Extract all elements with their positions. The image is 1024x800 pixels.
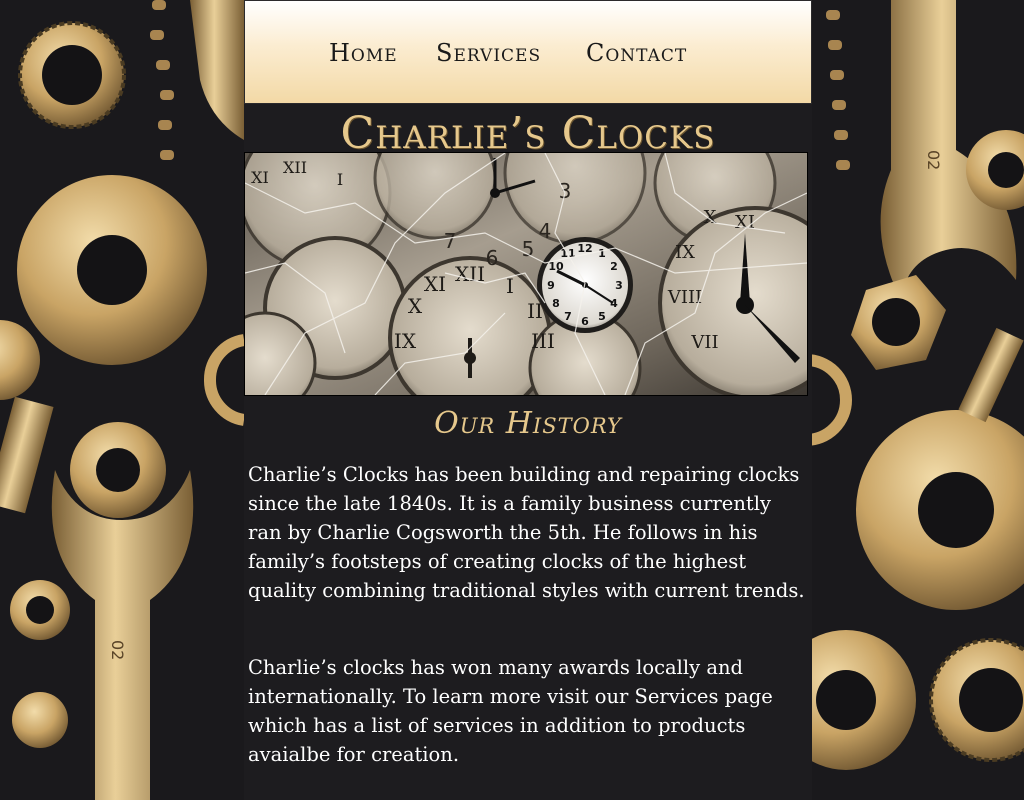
hero-numeral-4: 4 (610, 297, 618, 310)
nav-link-services[interactable]: Services (436, 39, 541, 67)
svg-text:5: 5 (522, 237, 535, 261)
nav-link-home[interactable]: Home (329, 39, 398, 67)
svg-text:X: X (704, 207, 717, 228)
svg-text:XI: XI (735, 212, 755, 233)
nav-link-contact[interactable]: Contact (586, 39, 687, 67)
hero-numeral-3: 3 (615, 279, 623, 292)
hero-numeral-6: 6 (581, 315, 589, 328)
svg-text:02: 02 (108, 640, 127, 660)
svg-text:VII: VII (690, 332, 718, 353)
svg-text:VIII: VIII (667, 287, 702, 308)
svg-text:7: 7 (444, 229, 457, 253)
svg-text:6: 6 (486, 246, 499, 270)
content-column: Home Services Contact Charlie’s Clocks X… (213, 0, 852, 800)
svg-text:02: 02 (924, 150, 943, 170)
svg-text:4: 4 (539, 219, 552, 243)
svg-text:XII: XII (283, 158, 307, 177)
background-left-tools: 02 (0, 0, 244, 800)
hero-numeral-1: 1 (598, 247, 606, 260)
hero-numeral-2: 2 (610, 260, 618, 273)
section-heading-history: Our History (434, 406, 622, 441)
hero-numeral-5: 5 (598, 310, 606, 323)
hero-numeral-7: 7 (564, 310, 572, 323)
svg-text:IX: IX (394, 329, 417, 353)
svg-text:X: X (408, 294, 423, 318)
svg-text:3: 3 (559, 179, 572, 203)
svg-text:I: I (337, 170, 343, 189)
svg-text:XI: XI (251, 168, 269, 187)
history-paragraph: Charlie’s clocks has won many awards loc… (248, 656, 773, 766)
background-right-tools: 02 (806, 0, 1024, 800)
svg-text:IX: IX (675, 242, 695, 263)
hero-numeral-9: 9 (547, 279, 555, 292)
main-navigation: Home Services Contact (244, 0, 812, 104)
hero-numeral-8: 8 (552, 297, 560, 310)
hero-clock-image: XII I II III IX X XI 3 4 5 6 7 12 1 2 3 … (213, 101, 852, 425)
svg-text:XI: XI (424, 272, 446, 296)
history-paragraph: Charlie’s Clocks has been building and r… (248, 463, 805, 602)
svg-text:III: III (531, 329, 555, 353)
